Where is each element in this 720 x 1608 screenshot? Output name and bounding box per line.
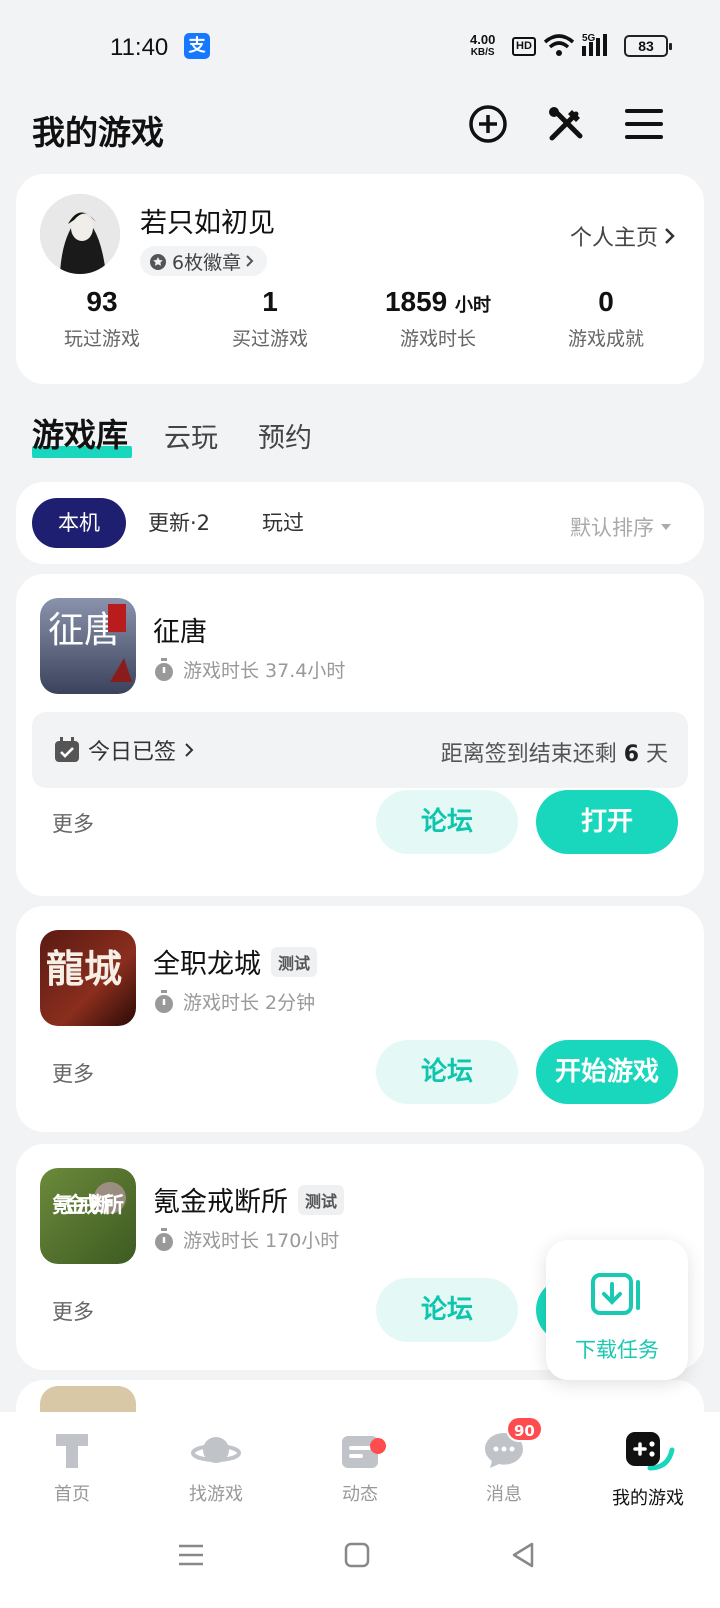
homepage-link[interactable]: 个人主页	[570, 220, 676, 252]
tab-library[interactable]: 游戏库	[32, 410, 132, 458]
app-header: 我的游戏	[0, 92, 720, 170]
stopwatch-icon	[155, 989, 173, 1013]
game-icon[interactable]: 征唐	[40, 598, 136, 694]
menu-icon	[625, 109, 663, 139]
more-button[interactable]: 更多	[52, 1296, 94, 1326]
download-tasks-button[interactable]: 下载任务	[546, 1240, 688, 1380]
stat-played[interactable]: 93 玩过游戏	[16, 286, 188, 351]
nav-find-games[interactable]: 找游戏	[144, 1428, 288, 1506]
stopwatch-icon	[155, 1227, 173, 1251]
username: 若只如初见	[140, 208, 275, 239]
download-tasks-label: 下载任务	[575, 1338, 659, 1362]
home-button-icon[interactable]	[342, 1540, 372, 1570]
test-tag: 测试	[271, 946, 318, 977]
test-tag: 测试	[298, 1184, 345, 1215]
signal-icon: 5G	[582, 33, 607, 56]
download-icon	[591, 1273, 640, 1315]
chip-updates[interactable]: 更新·2	[148, 498, 210, 548]
bottom-nav: 首页 找游戏 动态 90 消息 我的游戏	[0, 1412, 720, 1520]
forum-button[interactable]: 论坛	[376, 790, 518, 854]
game-playtime: 游戏时长 37.4小时	[153, 656, 345, 683]
game-name: 氪金戒断所 测试	[153, 1180, 345, 1219]
wifi-icon	[543, 34, 575, 56]
home-icon	[56, 1434, 88, 1468]
calendar-check-icon	[55, 737, 79, 762]
menu-button[interactable]	[622, 102, 666, 146]
battery-icon: 83	[624, 35, 672, 57]
recents-icon[interactable]	[176, 1540, 206, 1570]
add-circle-icon	[469, 105, 507, 143]
chip-local[interactable]: 本机	[32, 498, 126, 548]
notification-dot	[370, 1438, 386, 1454]
gamepad-icon	[626, 1432, 675, 1471]
checkin-label: 今日已签	[88, 740, 177, 765]
status-bar: 11:40 支 4.00 KB/S HD 5G 83	[0, 0, 720, 92]
game-playtime: 游戏时长 170小时	[153, 1226, 339, 1253]
svg-text:氪金戒断所: 氪金戒断所	[52, 1193, 124, 1217]
badges-button[interactable]: 6枚徽章	[140, 246, 268, 276]
stat-playtime[interactable]: 1859 小时 游戏时长	[352, 286, 524, 351]
chevron-right-icon	[185, 743, 194, 757]
sort-dropdown[interactable]: 默认排序	[570, 512, 672, 542]
stopwatch-icon	[155, 657, 173, 681]
game-card: 征唐 征唐 游戏时长 37.4小时 今日已签 距离签到结束还剩 6 天 更多 论…	[16, 574, 704, 896]
alipay-icon: 支	[184, 33, 210, 59]
network-speed: 4.00 KB/S	[470, 32, 496, 58]
status-time: 11:40	[110, 34, 169, 61]
system-nav-bar	[0, 1520, 720, 1608]
chip-played[interactable]: 玩过	[262, 498, 304, 548]
medal-icon	[150, 254, 166, 270]
page-title: 我的游戏	[32, 113, 164, 152]
tools-button[interactable]	[544, 102, 588, 146]
forum-button[interactable]: 论坛	[376, 1040, 518, 1104]
game-name: 征唐	[153, 617, 207, 648]
game-name: 全职龙城 测试	[153, 942, 318, 981]
nav-messages[interactable]: 90 消息	[432, 1416, 576, 1506]
stat-bought[interactable]: 1 买过游戏	[184, 286, 356, 351]
tools-icon	[549, 107, 583, 141]
game-icon[interactable]: 氪金戒断所	[40, 1168, 136, 1264]
add-button[interactable]	[466, 102, 510, 146]
avatar[interactable]	[40, 194, 120, 274]
caret-down-icon	[661, 524, 671, 530]
nav-my-games[interactable]: 我的游戏	[576, 1428, 720, 1510]
svg-text:5G: 5G	[582, 33, 596, 44]
nav-feed[interactable]: 动态	[288, 1428, 432, 1506]
more-button[interactable]: 更多	[52, 1058, 94, 1088]
game-playtime: 游戏时长 2分钟	[153, 988, 315, 1015]
more-button[interactable]: 更多	[52, 808, 94, 838]
forum-button[interactable]: 论坛	[376, 1278, 518, 1342]
svg-text:龍城: 龍城	[46, 946, 122, 991]
tab-reserve[interactable]: 预约	[258, 416, 312, 455]
back-icon[interactable]	[508, 1540, 538, 1570]
chevron-right-icon	[665, 228, 675, 244]
open-button[interactable]: 打开	[536, 790, 678, 854]
nav-home[interactable]: 首页	[0, 1428, 144, 1506]
unread-badge: 90	[506, 1416, 543, 1442]
chevron-right-icon	[246, 255, 254, 267]
start-game-button[interactable]: 开始游戏	[536, 1040, 678, 1104]
checkin-row[interactable]: 今日已签 距离签到结束还剩 6 天	[32, 712, 688, 788]
game-card: 龍城 全职龙城 测试 游戏时长 2分钟 更多 论坛 开始游戏	[16, 906, 704, 1132]
profile-card: 若只如初见 6枚徽章 个人主页 93 玩过游戏 1 买过游戏 1859 小时 游戏时长…	[16, 174, 704, 384]
tab-cloud[interactable]: 云玩	[164, 416, 218, 455]
filter-bar: 本机 更新·2 玩过 默认排序	[16, 482, 704, 564]
hd-icon: HD	[512, 37, 536, 56]
game-icon[interactable]: 龍城	[40, 930, 136, 1026]
stat-achievements[interactable]: 0 游戏成就	[520, 286, 692, 351]
planet-icon	[191, 1437, 241, 1463]
checkin-remaining: 距离签到结束还剩 6 天	[440, 742, 668, 767]
